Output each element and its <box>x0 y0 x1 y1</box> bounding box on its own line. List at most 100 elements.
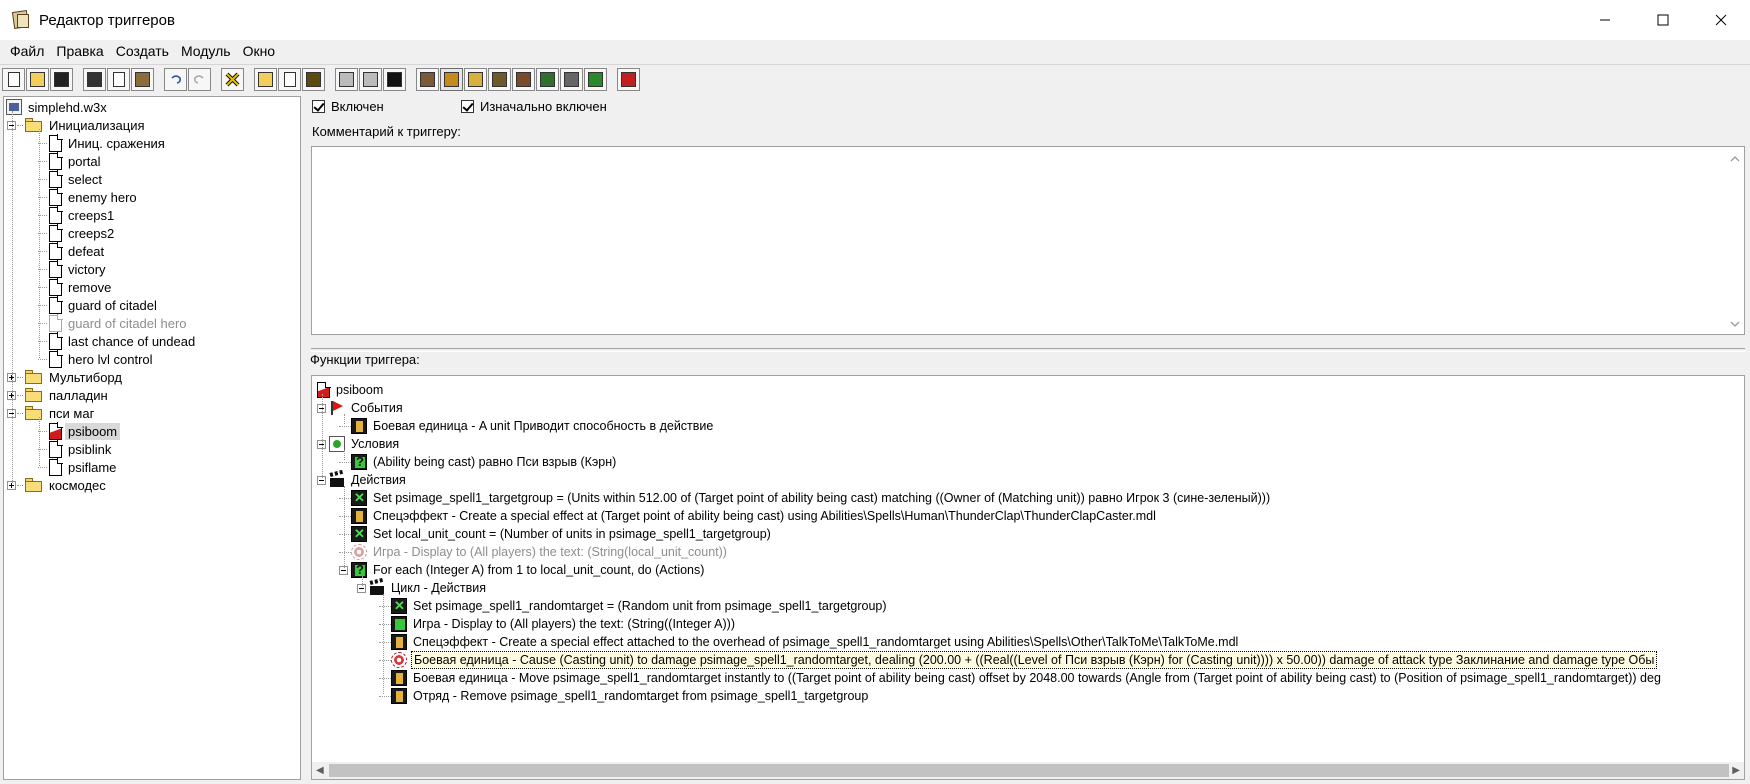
region-button[interactable] <box>536 68 559 91</box>
new-category-icon <box>258 72 273 87</box>
function-row[interactable]: События <box>317 398 405 418</box>
initially-enabled-checkbox[interactable] <box>461 100 474 113</box>
tree-connector <box>379 641 391 643</box>
new-event-button[interactable] <box>335 68 358 91</box>
save-disk-icon <box>54 72 69 87</box>
enabled-checkbox-row[interactable]: Включен <box>312 99 384 114</box>
trigger-tree-panel[interactable]: simplehd.w3x Инициализация Иниц. сражения p… <box>3 96 301 780</box>
cut-scissors-button[interactable] <box>83 68 106 91</box>
tree-trigger-guard-of-citadel-hero[interactable]: guard of citadel hero <box>38 313 190 333</box>
comment-textarea[interactable] <box>311 146 1745 335</box>
function-row[interactable]: Отряд - Remove psimage_spell1_randomtarg… <box>379 686 870 706</box>
function-row[interactable]: For each (Integer A) from 1 to local_uni… <box>339 560 706 580</box>
paste-button[interactable] <box>131 68 154 91</box>
redo-button[interactable] <box>188 68 211 91</box>
open-folder-button[interactable] <box>26 68 49 91</box>
new-variable-button[interactable] <box>302 68 325 91</box>
menu-file[interactable]: Файл <box>4 43 50 59</box>
new-condition-button[interactable] <box>359 68 382 91</box>
camera-button[interactable] <box>512 68 535 91</box>
function-row[interactable]: Спецэффект - Create a special effect at … <box>339 506 1158 526</box>
actions-clapper-icon <box>329 472 345 488</box>
menu-module[interactable]: Модуль <box>175 43 237 59</box>
trigger-doc-icon <box>49 440 63 458</box>
menu-window[interactable]: Окно <box>237 43 282 59</box>
tree-connector <box>39 129 40 358</box>
function-row[interactable]: (Ability being cast) равно Пси взрыв (Кэ… <box>339 452 618 472</box>
scrollbar-thumb[interactable] <box>329 764 1729 777</box>
scroll-right-icon[interactable]: ▶ <box>1732 765 1740 776</box>
section-splitter[interactable] <box>311 348 1745 352</box>
initially-enabled-checkbox-row[interactable]: Изначально включен <box>461 99 607 114</box>
function-row[interactable]: Действия <box>317 470 408 490</box>
tree-trigger-hero-lvl-control[interactable]: hero lvl control <box>38 349 156 369</box>
menu-create[interactable]: Создать <box>110 43 175 59</box>
new-category-button[interactable] <box>254 68 277 91</box>
tree-root[interactable]: simplehd.w3x <box>6 97 110 117</box>
test-map-button[interactable] <box>617 68 640 91</box>
function-row[interactable]: Set psimage_spell1_randomtarget = (Rando… <box>379 596 889 616</box>
special-effect-icon <box>391 634 407 650</box>
maximize-button[interactable] <box>1634 0 1692 40</box>
copy-icon <box>112 72 125 87</box>
function-row[interactable]: Спецэффект - Create a special effect att… <box>379 632 1240 652</box>
delete-x-button[interactable] <box>221 68 244 91</box>
function-row[interactable]: Set local_unit_count = (Number of units … <box>339 524 773 544</box>
new-map-button[interactable] <box>584 68 607 91</box>
tree-trigger-remove[interactable]: remove <box>38 277 114 297</box>
scroll-up-icon[interactable] <box>1730 155 1740 162</box>
import-button[interactable] <box>560 68 583 91</box>
tree-trigger-creeps1[interactable]: creeps1 <box>38 205 117 225</box>
function-text: Условия <box>351 437 400 451</box>
object-button[interactable] <box>440 68 463 91</box>
terrain-button[interactable] <box>416 68 439 91</box>
tree-trigger-creeps2[interactable]: creeps2 <box>38 223 117 243</box>
horizontal-scrollbar[interactable]: ◀ ▶ <box>312 762 1744 779</box>
panel-splitter[interactable] <box>301 96 309 784</box>
copy-button[interactable] <box>107 68 130 91</box>
menu-edit[interactable]: Правка <box>50 43 109 59</box>
ai-button[interactable] <box>488 68 511 91</box>
tree-trigger-psiblink[interactable]: psiblink <box>38 439 114 459</box>
tree-trigger-select[interactable]: select <box>38 169 105 189</box>
function-row[interactable]: Условия <box>317 434 401 454</box>
save-disk-button[interactable] <box>50 68 73 91</box>
camera-icon <box>516 72 531 87</box>
new-trigger-button[interactable] <box>278 68 301 91</box>
tree-trigger-psiboom[interactable]: psiboom <box>38 421 121 441</box>
tree-trigger-last-chance-of-undead[interactable]: last chance of undead <box>38 331 198 351</box>
enabled-checkbox[interactable] <box>312 100 325 113</box>
tree-folder[interactable]: Инициализация <box>7 115 148 135</box>
undo-button[interactable] <box>164 68 187 91</box>
tree-trigger-defeat[interactable]: defeat <box>38 241 107 261</box>
test-map-icon <box>621 72 636 87</box>
minimize-button[interactable] <box>1576 0 1634 40</box>
function-root[interactable]: psiboom <box>317 380 385 400</box>
scroll-left-icon[interactable]: ◀ <box>316 765 324 776</box>
function-row[interactable]: Цикл - Действия <box>357 578 488 598</box>
new-action-button[interactable] <box>383 68 406 91</box>
tree-folder[interactable]: Мультиборд <box>7 367 125 387</box>
trigger-doc-icon <box>49 296 63 314</box>
trigger-functions-tree[interactable]: ◀ ▶ psiboom События Боевая единица - A uni… <box>311 375 1745 780</box>
tree-folder[interactable]: космодес <box>7 475 109 495</box>
function-row[interactable]: Боевая единица - Cause (Casting unit) to… <box>379 650 1658 670</box>
function-row[interactable]: Set psimage_spell1_targetgroup = (Units … <box>339 488 1272 508</box>
tree-trigger-guard-of-citadel[interactable]: guard of citadel <box>38 295 160 315</box>
new-doc-button[interactable] <box>2 68 25 91</box>
close-button[interactable] <box>1692 0 1750 40</box>
tree-trigger-psiflame[interactable]: psiflame <box>38 457 119 477</box>
tree-trigger-victory[interactable]: victory <box>38 259 109 279</box>
scroll-down-icon[interactable] <box>1730 321 1740 328</box>
tree-trigger-Иниц.-сражения[interactable]: Иниц. сражения <box>38 133 168 153</box>
function-row[interactable]: Боевая единица - A unit Приводит способн… <box>339 416 715 436</box>
function-row[interactable]: Боевая единица - Move psimage_spell1_ran… <box>379 668 1663 688</box>
tree-folder[interactable]: пси маг <box>7 403 97 423</box>
tree-trigger-portal[interactable]: portal <box>38 151 104 171</box>
sound-button[interactable] <box>464 68 487 91</box>
function-text: Игра - Display to (All players) the text… <box>373 545 727 559</box>
tree-folder[interactable]: палладин <box>7 385 111 405</box>
function-row[interactable]: Игра - Display to (All players) the text… <box>379 614 737 634</box>
function-row[interactable]: Игра - Display to (All players) the text… <box>339 542 729 562</box>
tree-trigger-enemy-hero[interactable]: enemy hero <box>38 187 140 207</box>
